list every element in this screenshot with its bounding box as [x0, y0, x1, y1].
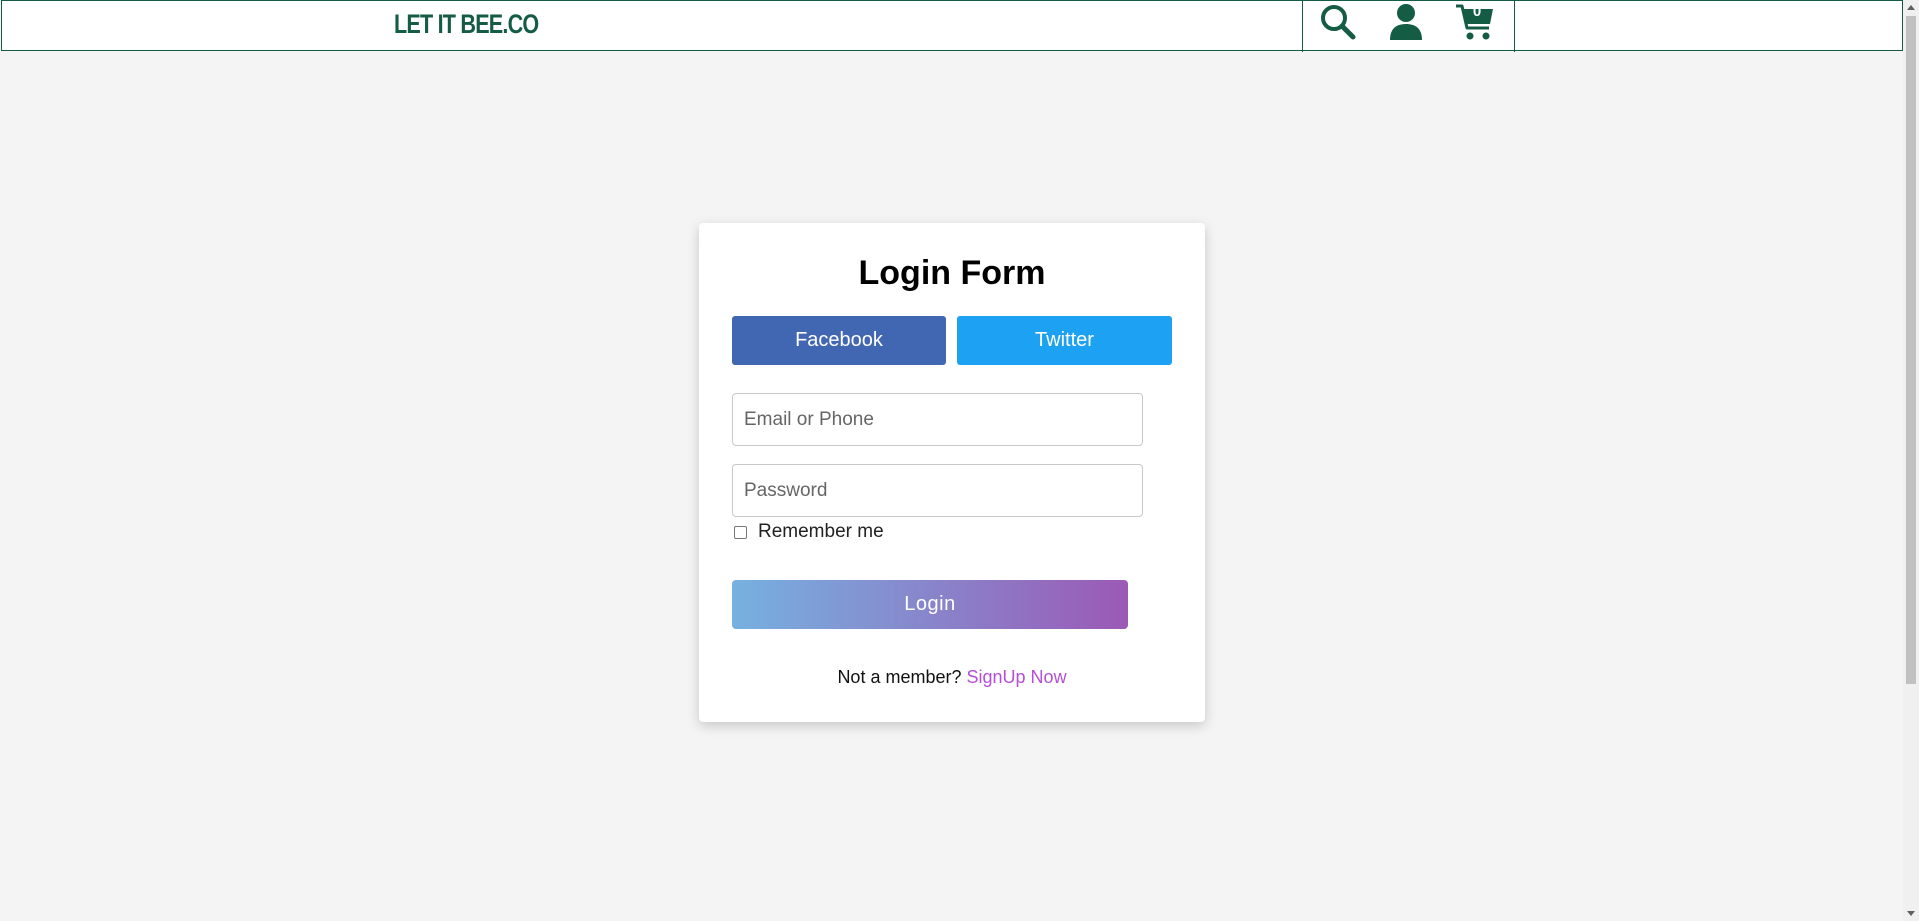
cart-icon[interactable]: 0: [1455, 2, 1495, 42]
login-form-card: Login Form Facebook Twitter Remember me …: [699, 223, 1205, 722]
scroll-down-arrow-icon[interactable]: [1907, 911, 1915, 916]
remember-me-row: Remember me: [734, 521, 884, 543]
form-title: Login Form: [858, 254, 1046, 292]
scroll-up-arrow-icon[interactable]: [1907, 5, 1915, 10]
vertical-scrollbar[interactable]: [1903, 0, 1919, 921]
signup-link[interactable]: SignUp Now: [967, 667, 1067, 687]
remember-me-label[interactable]: Remember me: [758, 521, 884, 543]
header-icon-group: 0: [1302, 0, 1515, 52]
login-button[interactable]: Login: [732, 580, 1128, 629]
twitter-login-button[interactable]: Twitter: [957, 316, 1172, 365]
signup-row: Not a member? SignUp Now: [699, 667, 1205, 688]
remember-me-checkbox[interactable]: [734, 525, 747, 539]
scroll-thumb[interactable]: [1906, 16, 1916, 684]
site-header: LET IT BEE.CO 0: [1, 0, 1903, 52]
site-logo[interactable]: LET IT BEE.CO: [394, 9, 539, 40]
email-field[interactable]: [732, 393, 1143, 446]
password-field[interactable]: [732, 464, 1143, 517]
cart-count-badge: 0: [1472, 3, 1482, 20]
search-icon[interactable]: [1318, 2, 1358, 42]
user-icon[interactable]: [1386, 2, 1426, 42]
facebook-login-button[interactable]: Facebook: [732, 316, 946, 365]
signup-prompt: Not a member?: [837, 667, 962, 687]
